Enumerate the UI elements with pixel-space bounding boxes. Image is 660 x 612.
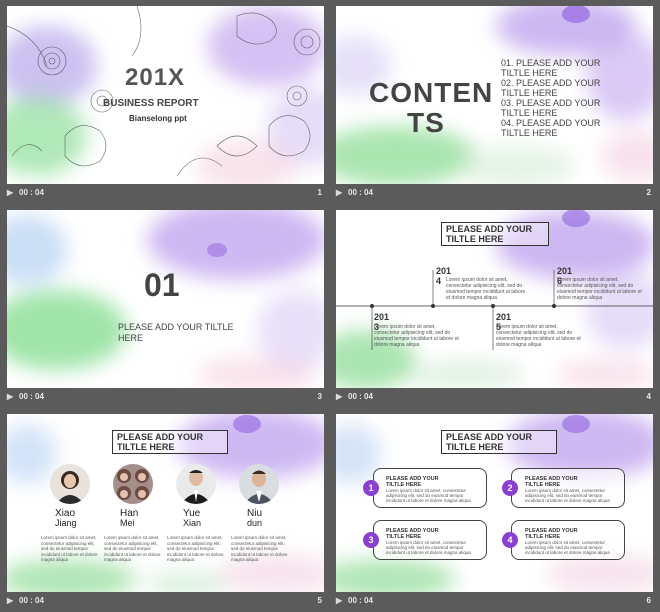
box-text: Lorem ipsum dolor sit amet, consectetur … (525, 540, 610, 555)
member-role: Xian (183, 518, 202, 528)
slide-1-subtitle: BUSINESS REPORT (103, 98, 199, 109)
contents-item: 04. PLEASE ADD YOUR TILTLE HERE (501, 118, 601, 138)
box-title: PLEASE ADD YOUR TILTLE HERE (525, 476, 578, 488)
contents-heading-line-1: CONTEN (369, 77, 494, 108)
slide-2[interactable]: CONTEN TS 01. PLEASE ADD YOUR TILTLE HER… (336, 6, 653, 184)
slide-3-status-bar: ▶ 00 : 04 3 (7, 390, 324, 406)
slide-thumbnail-4[interactable]: PLEASE ADD YOUR TILTLE HERE 201 4 Lorem … (336, 210, 653, 408)
slide-5-status-bar: ▶ 00 : 04 5 (7, 594, 324, 610)
member-role: Jiang (55, 518, 77, 528)
slide-number: 5 (317, 596, 322, 605)
slide-4-status-bar: ▶ 00 : 04 4 (336, 390, 653, 406)
member-role: dun (247, 518, 263, 528)
slide-thumbnail-3[interactable]: 01 PLEASE ADD YOUR TILTLE HERE ▶ 00 : 04… (7, 210, 324, 408)
member-description: Lorem ipsum dolor sit amet, consectetur … (104, 535, 161, 562)
play-icon[interactable]: ▶ (7, 188, 13, 197)
contents-item: 02. PLEASE ADD YOUR TILTLE HERE (501, 78, 601, 98)
slide-duration: 00 : 04 (19, 188, 44, 197)
avatar (113, 464, 153, 504)
watercolor-floral-background (7, 6, 324, 184)
slide-5[interactable]: PLEASE ADD YOUR TILTLE HERE Xiao Jiang L… (7, 414, 324, 592)
slide-duration: 00 : 04 (348, 188, 373, 197)
timeline-text: Lorem ipsum dolor sit amet, consectetur … (557, 277, 642, 301)
slide-6-title: PLEASE ADD YOUR TILTLE HERE (441, 430, 557, 454)
member-description: Lorem ipsum dolor sit amet, consectetur … (41, 535, 98, 562)
slide-number: 2 (646, 188, 651, 197)
box-text: Lorem ipsum dolor sit amet, consectetur … (525, 488, 610, 503)
box-number-badge: 4 (502, 532, 518, 548)
slide-6-status-bar: ▶ 00 : 04 6 (336, 594, 653, 610)
contents-heading: CONTEN TS (369, 78, 493, 138)
slide-number: 1 (317, 188, 322, 197)
slide-6[interactable]: PLEASE ADD YOUR TILTLE HERE 1 PLEASE ADD… (336, 414, 653, 592)
slide-1-status-bar: ▶ 00 : 04 1 (7, 186, 324, 202)
member-description: Lorem ipsum dolor sit amet, consectetur … (231, 535, 288, 562)
box-number-badge: 3 (363, 532, 379, 548)
slide-4-title: PLEASE ADD YOUR TILTLE HERE (441, 222, 549, 246)
slide-number: 4 (646, 392, 651, 401)
slide-thumbnail-5[interactable]: PLEASE ADD YOUR TILTLE HERE Xiao Jiang L… (7, 414, 324, 612)
contents-heading-line-2: TS (407, 107, 445, 138)
slide-number: 6 (646, 596, 651, 605)
box-number-badge: 2 (502, 480, 518, 496)
member-description: Lorem ipsum dolor sit amet, consectetur … (167, 535, 224, 562)
member-role: Mei (120, 518, 135, 528)
slide-thumbnail-2[interactable]: CONTEN TS 01. PLEASE ADD YOUR TILTLE HER… (336, 6, 653, 204)
box-text: Lorem ipsum dolor sit amet, consectetur … (386, 488, 471, 503)
avatar (239, 464, 279, 504)
play-icon[interactable]: ▶ (336, 596, 342, 605)
slide-duration: 00 : 04 (19, 392, 44, 401)
play-icon[interactable]: ▶ (7, 392, 13, 401)
slide-2-status-bar: ▶ 00 : 04 2 (336, 186, 653, 202)
avatar (50, 464, 90, 504)
play-icon[interactable]: ▶ (336, 188, 342, 197)
box-title: PLEASE ADD YOUR TILTLE HERE (386, 528, 439, 540)
slide-4[interactable]: PLEASE ADD YOUR TILTLE HERE 201 4 Lorem … (336, 210, 653, 388)
section-title: PLEASE ADD YOUR TILTLE HERE (118, 322, 234, 343)
avatar (176, 464, 216, 504)
contents-item: 01. PLEASE ADD YOUR TILTLE HERE (501, 58, 601, 78)
slide-3[interactable]: 01 PLEASE ADD YOUR TILTLE HERE (7, 210, 324, 388)
contents-item: 03. PLEASE ADD YOUR TILTLE HERE (501, 98, 601, 118)
slide-5-title: PLEASE ADD YOUR TILTLE HERE (112, 430, 228, 454)
slide-duration: 00 : 04 (19, 596, 44, 605)
timeline-text: Lorem ipsum dolor sit amet, consectetur … (496, 324, 581, 348)
box-text: Lorem ipsum dolor sit amet, consectetur … (386, 540, 471, 555)
box-title: PLEASE ADD YOUR TILTLE HERE (386, 476, 439, 488)
slide-1[interactable]: 201X BUSINESS REPORT Bianselong ppt (7, 6, 324, 184)
box-title: PLEASE ADD YOUR TILTLE HERE (525, 528, 578, 540)
timeline-text: Lorem ipsum dolor sit amet, consectetur … (446, 277, 526, 301)
play-icon[interactable]: ▶ (336, 392, 342, 401)
slide-thumbnail-1[interactable]: 201X BUSINESS REPORT Bianselong ppt ▶ 00… (7, 6, 324, 204)
timeline-text: Lorem ipsum dolor sit amet, consectetur … (374, 324, 459, 348)
slide-duration: 00 : 04 (348, 596, 373, 605)
play-icon[interactable]: ▶ (7, 596, 13, 605)
box-number-badge: 1 (363, 480, 379, 496)
slide-number: 3 (317, 392, 322, 401)
slide-1-author: Bianselong ppt (129, 114, 187, 123)
section-number: 01 (144, 267, 180, 303)
slide-1-title: 201X (125, 64, 186, 91)
slide-thumbnail-6[interactable]: PLEASE ADD YOUR TILTLE HERE 1 PLEASE ADD… (336, 414, 653, 612)
contents-list: 01. PLEASE ADD YOUR TILTLE HERE 02. PLEA… (501, 58, 631, 138)
slide-duration: 00 : 04 (348, 392, 373, 401)
